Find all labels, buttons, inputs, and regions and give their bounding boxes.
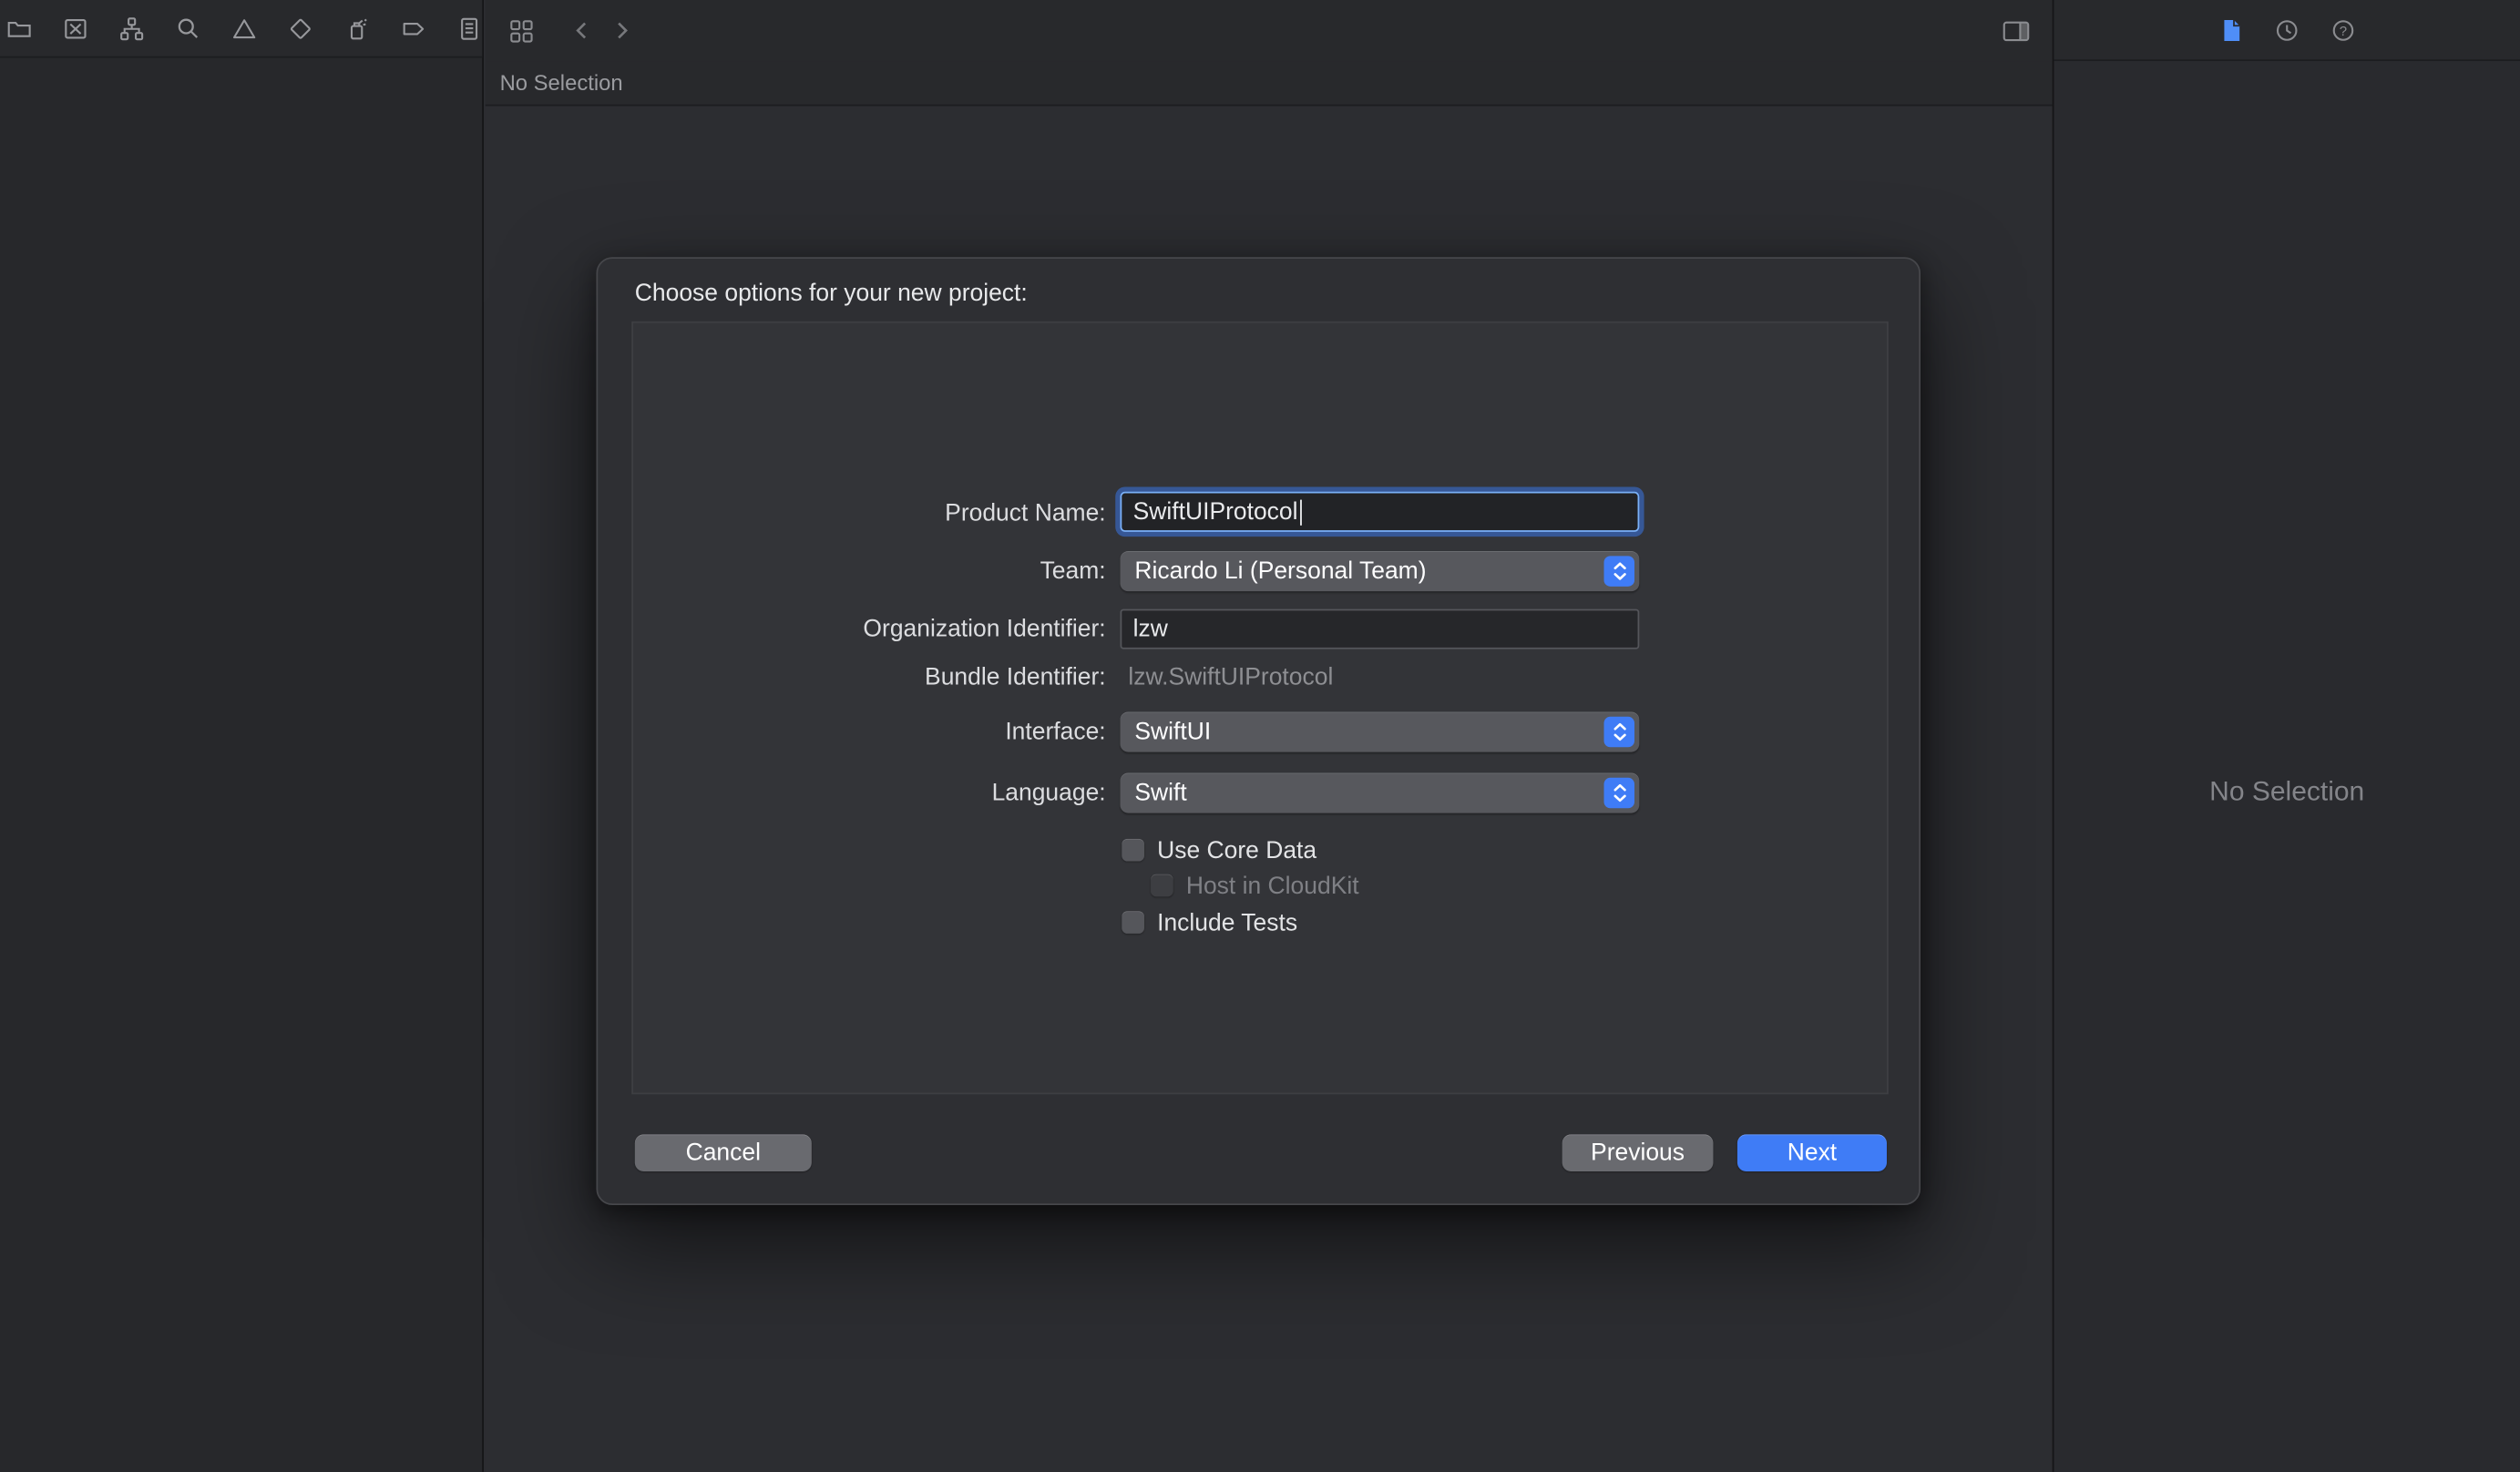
navigator-sidebar <box>0 0 484 1472</box>
history-inspector-icon[interactable] <box>2273 16 2300 44</box>
language-label: Language: <box>633 772 1106 813</box>
team-row: Team: Ricardo Li (Personal Team) <box>633 551 1887 591</box>
new-project-options-dialog: Choose options for your new project: Pro… <box>596 257 1921 1205</box>
include-tests-checkbox[interactable] <box>1122 911 1144 934</box>
back-chevron-icon[interactable] <box>568 17 595 45</box>
organization-identifier-value: lzw <box>1133 616 1168 643</box>
interface-select[interactable]: SwiftUI <box>1121 711 1640 751</box>
product-name-label: Product Name: <box>633 492 1106 534</box>
product-name-row: Product Name: SwiftUIProtocol <box>633 492 1887 534</box>
next-button[interactable]: Next <box>1737 1134 1887 1171</box>
team-select[interactable]: Ricardo Li (Personal Team) <box>1121 551 1640 591</box>
project-navigator-icon[interactable] <box>5 15 32 42</box>
organization-identifier-row: Organization Identifier: lzw <box>633 609 1887 649</box>
product-name-input[interactable]: SwiftUIProtocol <box>1121 492 1640 532</box>
include-tests-label: Include Tests <box>1157 909 1297 936</box>
hide-inspector-icon[interactable] <box>2003 17 2030 45</box>
inspector-toolbar: ? <box>2054 0 2520 61</box>
popup-arrows-icon <box>1604 717 1635 748</box>
interface-label: Interface: <box>633 711 1106 751</box>
organization-identifier-input[interactable]: lzw <box>1121 609 1640 649</box>
inspector-panel: ? No Selection <box>2053 0 2520 1472</box>
previous-button[interactable]: Previous <box>1562 1134 1714 1171</box>
jump-bar-text: No Selection <box>500 71 623 95</box>
svg-text:?: ? <box>2340 23 2347 38</box>
quick-help-icon[interactable]: ? <box>2330 16 2357 44</box>
bundle-identifier-label: Bundle Identifier: <box>633 657 1106 697</box>
host-in-cloudkit-checkbox[interactable] <box>1151 874 1173 897</box>
use-core-data-label: Use Core Data <box>1157 836 1316 864</box>
search-icon[interactable] <box>174 15 201 42</box>
team-label: Team: <box>633 551 1106 591</box>
use-core-data-row: Use Core Data <box>1122 833 1316 868</box>
xcode-window: No Selection ? No Selection Choose optio… <box>0 0 2520 1472</box>
editor-toolbar <box>486 0 2053 61</box>
product-name-value: SwiftUIProtocol <box>1133 498 1298 526</box>
language-value: Swift <box>1134 780 1186 807</box>
interface-value: SwiftUI <box>1134 719 1211 746</box>
language-row: Language: Swift <box>633 772 1887 813</box>
forward-chevron-icon[interactable] <box>608 17 635 45</box>
symbols-icon[interactable] <box>118 15 145 42</box>
organization-identifier-label: Organization Identifier: <box>633 609 1106 649</box>
related-items-grid-icon[interactable] <box>507 17 535 45</box>
team-value: Ricardo Li (Personal Team) <box>1134 557 1426 585</box>
include-tests-row: Include Tests <box>1122 905 1297 940</box>
tests-icon[interactable] <box>286 15 313 42</box>
bundle-identifier-row: Bundle Identifier: lzw.SwiftUIProtocol <box>633 657 1887 697</box>
breakpoints-icon[interactable] <box>398 15 425 42</box>
source-control-icon[interactable] <box>61 15 88 42</box>
dialog-form-panel: Product Name: SwiftUIProtocol Team: Rica… <box>631 322 1888 1094</box>
jump-bar[interactable]: No Selection <box>486 61 2053 106</box>
host-in-cloudkit-row: Host in CloudKit <box>1151 868 1359 904</box>
reports-icon[interactable] <box>455 15 482 42</box>
use-core-data-checkbox[interactable] <box>1122 839 1144 862</box>
file-inspector-icon[interactable] <box>2217 16 2244 44</box>
inspector-empty-text: No Selection <box>2054 776 2520 808</box>
navigator-toolbar <box>0 0 482 58</box>
interface-row: Interface: SwiftUI <box>633 711 1887 751</box>
cancel-button[interactable]: Cancel <box>635 1134 812 1171</box>
text-caret <box>1299 499 1302 525</box>
popup-arrows-icon <box>1604 778 1635 809</box>
popup-arrows-icon <box>1604 556 1635 587</box>
language-select[interactable]: Swift <box>1121 772 1640 813</box>
issues-icon[interactable] <box>230 15 257 42</box>
host-in-cloudkit-label: Host in CloudKit <box>1186 872 1359 899</box>
bundle-identifier-value: lzw.SwiftUIProtocol <box>1121 657 1334 697</box>
dialog-title: Choose options for your new project: <box>635 280 1028 307</box>
debug-icon[interactable] <box>343 15 370 42</box>
